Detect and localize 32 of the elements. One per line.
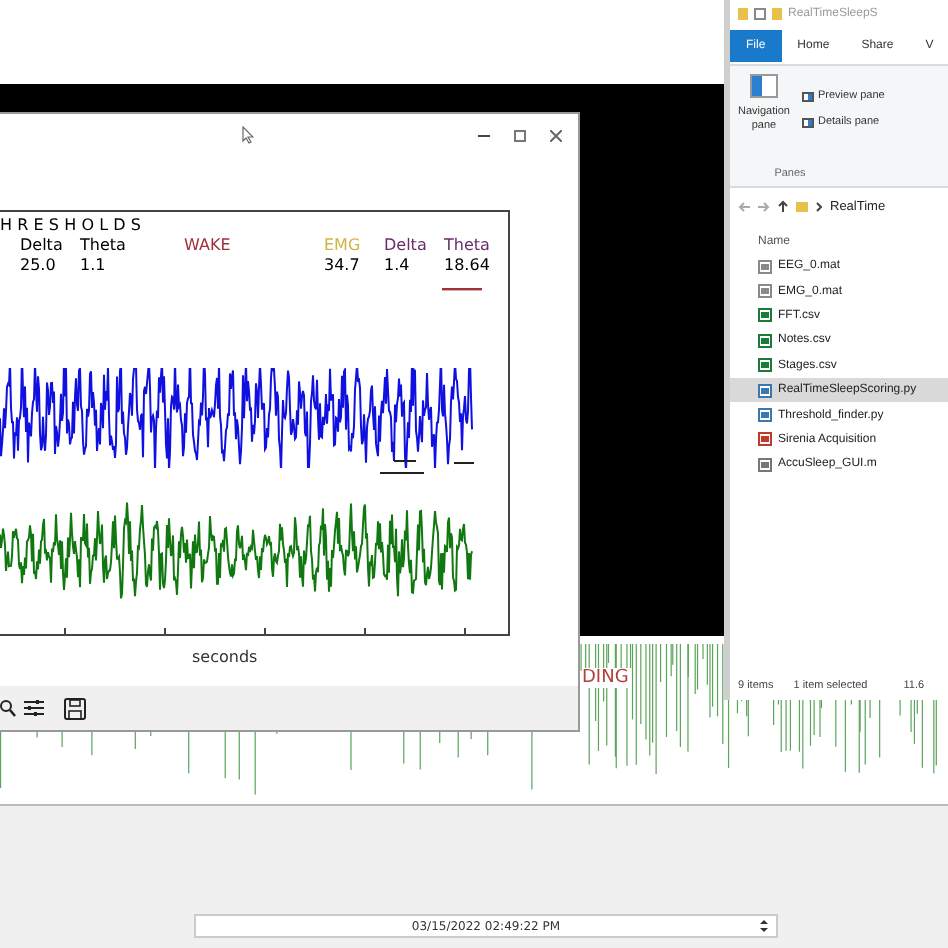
close-icon[interactable]	[550, 130, 562, 142]
up-arrow-icon[interactable]	[778, 200, 788, 212]
state-label: DING	[582, 668, 629, 688]
indicator-line	[442, 288, 482, 292]
thresholds-title: HRESHOLDS	[0, 216, 147, 234]
sliders-icon[interactable]	[24, 698, 44, 718]
folder-icon	[738, 8, 748, 20]
spinner-icon	[760, 918, 768, 934]
marker-lines-drawing	[380, 460, 476, 478]
x-axis-label: seconds	[192, 648, 258, 666]
pane-icon	[802, 117, 814, 127]
measure-value: 1.4	[384, 256, 410, 274]
folder-icon	[796, 201, 808, 211]
measure-label: Theta	[444, 236, 490, 254]
sleep-state-label: WAKE	[184, 236, 231, 254]
threshold-value: 25.0	[20, 256, 56, 274]
zoom-icon[interactable]	[0, 698, 16, 718]
measure-value: 18.64	[444, 256, 490, 274]
pane-icon	[802, 91, 814, 101]
measure-label: Delta	[384, 236, 427, 254]
checkbox-icon[interactable]	[754, 8, 766, 20]
maximize-icon[interactable]	[514, 130, 526, 142]
save-icon[interactable]	[64, 697, 86, 719]
chevron-icon	[816, 201, 822, 211]
measure-label: EMG	[324, 236, 361, 254]
minimize-icon[interactable]	[478, 134, 490, 138]
threshold-label: Theta	[80, 236, 126, 254]
threshold-value: 1.1	[80, 256, 106, 274]
cursor-icon	[242, 126, 254, 144]
navigation-pane-icon[interactable]	[750, 74, 778, 98]
threshold-label: Delta	[20, 236, 63, 254]
measure-value: 34.7	[324, 256, 360, 274]
